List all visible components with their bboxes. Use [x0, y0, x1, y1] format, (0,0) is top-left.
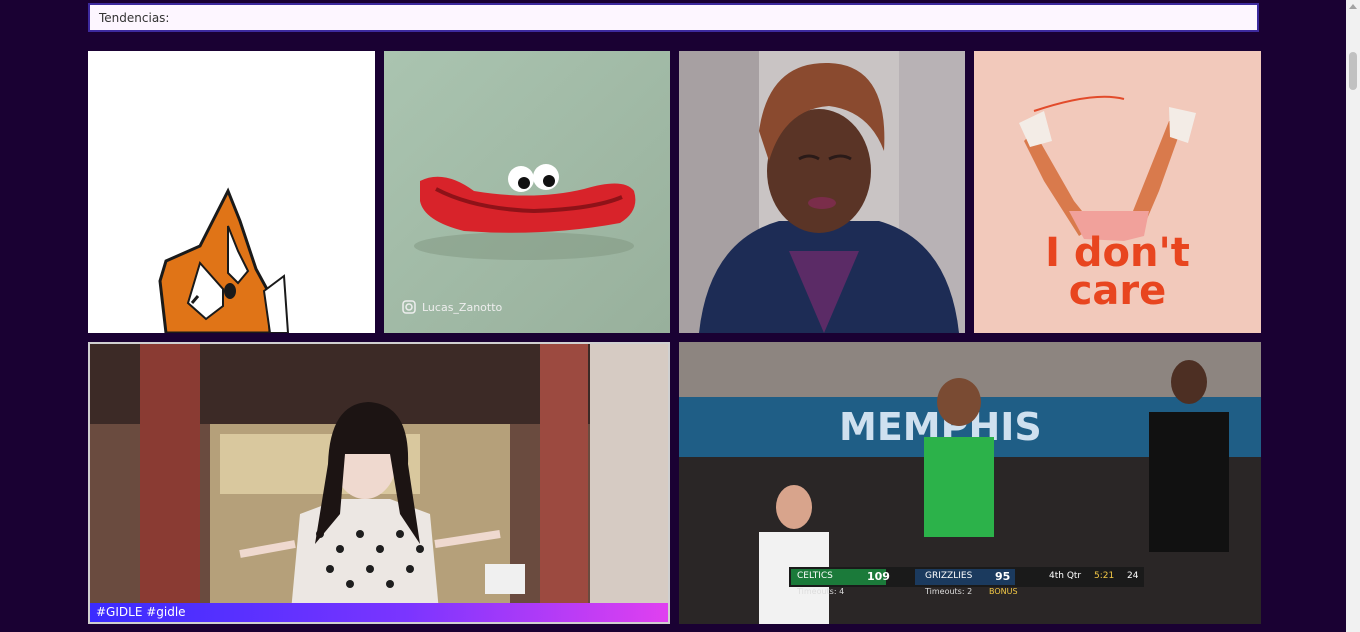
overlay-text: I don't care — [974, 230, 1261, 314]
overlay-line-1: I don't — [1045, 230, 1190, 276]
scoreboard: CELTICS 109 GRIZZLIES 95 4th Qtr 5:21 24 — [789, 569, 1144, 585]
team2-timeouts: Timeouts: 2 — [925, 587, 973, 596]
team1-name: CELTICS — [797, 571, 833, 581]
gif-caption: #GIDLE #gidle — [90, 603, 668, 622]
gif-tile-gidle[interactable]: #GIDLE #gidle — [88, 342, 670, 624]
gidle-image — [90, 344, 668, 622]
woman-image — [679, 51, 965, 333]
lips-image — [384, 51, 670, 333]
game-clock: 5:21 — [1094, 571, 1115, 581]
shot-clock: 24 — [1127, 571, 1139, 581]
page-scrollbar[interactable] — [1346, 0, 1360, 632]
gif-tile-dont-care[interactable]: I don't care — [974, 51, 1261, 333]
gif-tile-woman[interactable] — [679, 51, 965, 333]
bonus-label: BONUS — [989, 587, 1018, 596]
team2-score: 95 — [995, 570, 1011, 583]
watermark-text: Lucas_Zanotto — [422, 301, 503, 314]
quarter: 4th Qtr — [1049, 571, 1082, 581]
trending-header: Tendencias: — [88, 3, 1259, 32]
trending-title: Tendencias: — [99, 10, 170, 25]
overlay-line-2: care — [1068, 268, 1167, 314]
scoreboard-sub: Timeouts: 4 Timeouts: 2 BONUS — [789, 587, 1144, 599]
team1-timeouts: Timeouts: 4 — [797, 587, 845, 596]
gif-tile-fox[interactable] — [88, 51, 375, 333]
team2-name: GRIZZLIES — [925, 571, 973, 581]
scrollbar-thumb[interactable] — [1349, 52, 1357, 90]
scroll-up-arrow-icon[interactable] — [1349, 4, 1357, 9]
team1-score: 109 — [867, 570, 890, 583]
fox-image — [88, 51, 375, 333]
gif-tile-basketball[interactable]: MEMPHIS CELTICS 109 GRIZZLIES 95 4th Qtr… — [679, 342, 1261, 624]
gif-tile-lips[interactable]: Lucas_Zanotto — [384, 51, 670, 333]
